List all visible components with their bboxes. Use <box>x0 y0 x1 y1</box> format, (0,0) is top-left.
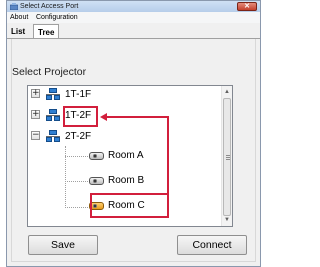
save-button[interactable]: Save <box>28 235 98 255</box>
scroll-down-icon[interactable]: ▼ <box>222 215 232 225</box>
highlight-box-1t-2f <box>63 106 98 127</box>
arrow-head-icon <box>100 113 107 121</box>
close-button[interactable]: ✕ <box>237 2 257 11</box>
network-icon <box>46 88 60 100</box>
menu-configuration[interactable]: Configuration <box>36 12 78 23</box>
expand-icon[interactable]: + <box>31 110 40 119</box>
tree-connector <box>65 207 88 208</box>
menu-about[interactable]: About <box>10 12 28 23</box>
tree-node-label: Room B <box>108 175 145 186</box>
scroll-up-icon[interactable]: ▲ <box>222 87 232 97</box>
title-bar: Select Access Port ✕ <box>7 1 260 12</box>
tree-scrollbar[interactable]: ▲ ▼ <box>221 86 232 226</box>
window-title: Select Access Port <box>20 3 79 10</box>
network-icon <box>46 130 60 142</box>
close-icon: ✕ <box>244 3 250 10</box>
tree-connector <box>65 181 88 182</box>
tree-connector <box>65 156 88 157</box>
projector-icon <box>89 177 104 185</box>
tree-node-label: 2T-2F <box>65 131 92 142</box>
connect-button[interactable]: Connect <box>177 235 247 255</box>
highlight-box-room-c <box>90 193 169 218</box>
arrow-connector <box>167 116 169 206</box>
projector-icon <box>89 152 104 160</box>
tab-list[interactable]: List <box>11 24 25 39</box>
tab-tree[interactable]: Tree <box>33 24 60 39</box>
menu-bar: About Configuration <box>7 12 260 23</box>
select-projector-label: Select Projector <box>12 66 87 78</box>
scroll-thumb[interactable] <box>223 98 231 216</box>
tree-node-label: 1T-1F <box>65 89 92 100</box>
arrow-connector <box>106 116 168 118</box>
network-icon <box>46 109 60 121</box>
app-icon <box>10 3 18 10</box>
expand-icon[interactable]: + <box>31 89 40 98</box>
projector-tree[interactable]: + 1T-1F + 1T-2F − 2T-2F Room A Room B Ro… <box>27 85 233 227</box>
tree-node-label: Room A <box>108 150 144 161</box>
collapse-icon[interactable]: − <box>31 131 40 140</box>
